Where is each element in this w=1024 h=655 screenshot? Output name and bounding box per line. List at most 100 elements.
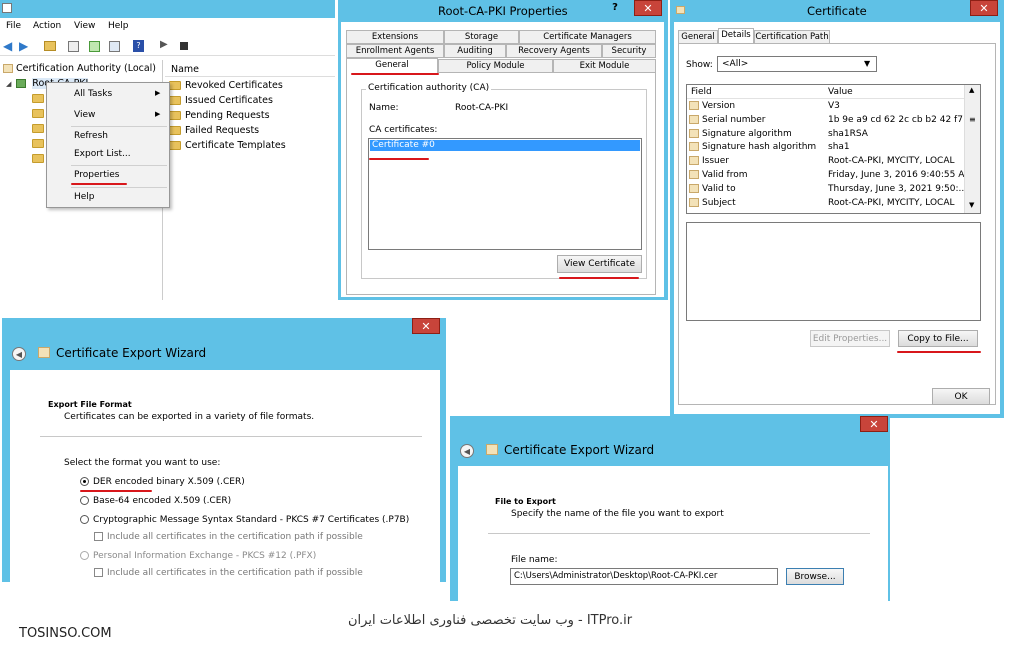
list-item[interactable]: Pending Requests [169,110,270,121]
tab-recovery-agents[interactable]: Recovery Agents [506,44,602,58]
cert-list-item-selected[interactable]: Certificate #0 [370,140,640,151]
menu-action[interactable]: Action [33,21,61,31]
radio-pfx[interactable]: Personal Information Exchange - PKCS #12… [80,551,316,561]
close-button[interactable]: ✕ [412,318,440,334]
tab-certification-path[interactable]: Certification Path [754,30,830,44]
close-button[interactable]: ✕ [634,0,662,16]
tab-exit-module[interactable]: Exit Module [553,59,656,73]
show-select[interactable]: <All> ▼ [717,56,877,72]
refresh-icon[interactable] [89,41,100,52]
wizard-back-icon[interactable]: ◀ [460,444,474,458]
tree-folder-icon[interactable] [32,154,44,163]
folder-up-icon[interactable] [44,41,56,51]
close-button[interactable]: ✕ [860,416,888,432]
radio-base64[interactable]: Base-64 encoded X.509 (.CER) [80,496,231,506]
value-detail-box[interactable] [686,222,981,321]
field-row[interactable]: Valid to [689,183,736,194]
tree-folder-icon[interactable] [32,124,44,133]
file-name-input[interactable]: C:\Users\Administrator\Desktop\Root-CA-P… [510,568,778,585]
radio-p7b[interactable]: Cryptographic Message Syntax Standard - … [80,515,409,525]
export-icon[interactable] [109,41,120,52]
context-help[interactable]: Help [74,192,95,202]
ok-button[interactable]: OK [932,388,990,405]
browse-button[interactable]: Browse... [786,568,844,585]
field-row[interactable]: Version [689,101,735,111]
stop-icon[interactable] [180,42,188,50]
radio-icon[interactable] [80,515,89,524]
scroll-thumb-icon[interactable]: ≡ [969,115,976,124]
back-arrow-icon[interactable]: ◀ [3,39,12,53]
radio-icon[interactable] [80,496,89,505]
checkbox-icon[interactable] [94,568,103,577]
context-refresh[interactable]: Refresh [74,131,108,141]
tab-certificate-managers[interactable]: Certificate Managers [519,30,656,44]
wizard-back-icon[interactable]: ◀ [12,347,26,361]
certificate-app-icon [676,6,685,14]
vertical-scrollbar[interactable]: ▲ ≡ ▼ [964,85,980,213]
field-icon [689,128,699,138]
help-button[interactable]: ? [603,0,627,16]
copy-to-file-button[interactable]: Copy to File... [898,330,978,347]
field-row[interactable]: Valid from [689,170,748,180]
scroll-up-icon[interactable]: ▲ [969,86,974,94]
ca-group-label: Certification authority (CA) [366,83,492,93]
context-export-list[interactable]: Export List... [74,149,131,159]
tree-root[interactable]: Certification Authority (Local) [3,63,156,74]
play-icon[interactable]: ▶ [160,39,168,50]
tree-folder-icon[interactable] [32,109,44,118]
column-header-name[interactable]: Name [165,62,335,77]
field-row[interactable]: Subject [689,197,736,208]
radio-icon[interactable] [80,551,89,560]
fields-list[interactable]: Field Value Version V3 Serial number 1b 9e … [686,84,981,214]
help-icon[interactable]: ? [133,40,144,52]
checkbox-icon[interactable] [94,532,103,541]
edit-properties-button[interactable]: Edit Properties... [810,330,890,347]
expand-arrow-icon[interactable]: ◢ [6,80,11,88]
field-name: Valid to [702,183,736,194]
field-row[interactable]: Signature algorithm [689,128,792,139]
list-item[interactable]: Issued Certificates [169,95,273,106]
tree-folder-icon[interactable] [32,139,44,148]
radio-der[interactable]: DER encoded binary X.509 (.CER) [80,477,245,487]
list-item[interactable]: Certificate Templates [169,140,286,151]
tab-general[interactable]: General [678,30,718,44]
column-value[interactable]: Value [828,87,853,97]
field-name: Subject [702,197,736,208]
context-properties[interactable]: Properties [74,170,119,180]
tab-auditing[interactable]: Auditing [444,44,506,58]
field-row[interactable]: Issuer [689,156,729,166]
show-select-value: <All> [722,59,749,69]
list-item[interactable]: Failed Requests [169,125,259,136]
tree-folder-icon[interactable] [32,94,44,103]
tab-storage[interactable]: Storage [444,30,519,44]
forward-arrow-icon[interactable]: ▶ [19,39,28,53]
tab-details[interactable]: Details [718,28,754,44]
field-name: Serial number [702,114,766,125]
folder-icon [169,111,181,120]
menu-help[interactable]: Help [108,21,129,31]
view-certificate-button[interactable]: View Certificate [557,255,642,273]
tab-policy-module[interactable]: Policy Module [438,59,553,73]
wizard-cert-icon [38,347,50,358]
field-value: Friday, June 3, 2016 9:40:55 AM [828,170,973,180]
tab-extensions[interactable]: Extensions [346,30,444,44]
tab-enrollment-agents[interactable]: Enrollment Agents [346,44,444,58]
wizard-title: Certificate Export Wizard [504,443,655,457]
tab-security[interactable]: Security [602,44,656,58]
context-all-tasks[interactable]: All Tasks [74,89,112,99]
tab-general[interactable]: General [346,58,438,74]
list-item[interactable]: Revoked Certificates [169,80,283,91]
field-row[interactable]: Signature hash algorithm [689,142,816,152]
menu-view[interactable]: View [74,21,95,31]
scroll-down-icon[interactable]: ▼ [969,201,974,209]
ca-cert-list[interactable]: Certificate #0 [368,138,642,250]
close-button[interactable]: ✕ [970,0,998,16]
checkbox-pfx-include[interactable]: Include all certificates in the certific… [94,568,363,578]
radio-selected-icon[interactable] [80,477,89,486]
menu-file[interactable]: File [6,21,21,31]
column-field[interactable]: Field [691,87,712,97]
checkbox-p7b-include[interactable]: Include all certificates in the certific… [94,532,363,542]
context-view[interactable]: View [74,110,95,120]
field-row[interactable]: Serial number [689,114,766,125]
properties-icon[interactable] [68,41,79,52]
